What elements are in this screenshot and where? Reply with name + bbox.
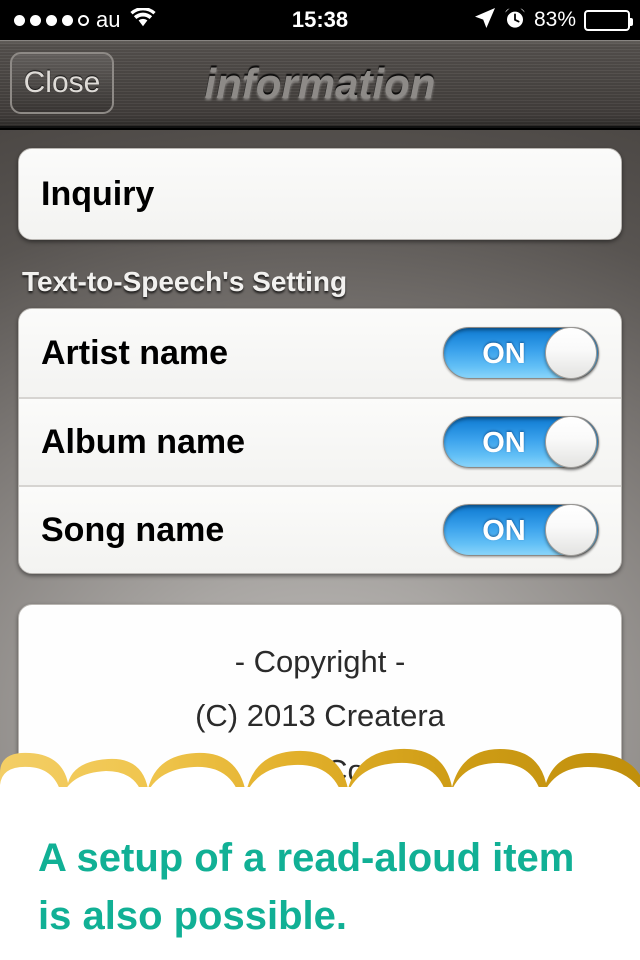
song-name-label: Song name (41, 510, 225, 549)
battery-icon (584, 9, 633, 31)
inquiry-group: Inquiry (18, 148, 622, 240)
song-name-toggle-value: ON (482, 514, 526, 547)
status-bar: au 15:38 83% (0, 0, 640, 40)
tts-settings-group: Artist name ON Album name ON Song name O… (18, 308, 622, 574)
alarm-clock-icon (504, 7, 526, 34)
table-row-artist-name[interactable]: Artist name ON (19, 309, 621, 397)
album-name-label: Album name (41, 422, 246, 461)
overlay-caption: A setup of a read-aloud item is also pos… (38, 829, 614, 945)
app-screen: au 15:38 83% Close information Inquiry T… (0, 0, 640, 960)
battery-percent-label: 83% (533, 8, 576, 31)
overlay-caption-line-2: is also possible. (38, 894, 348, 938)
toggle-knob (545, 504, 597, 556)
song-name-toggle[interactable]: ON (443, 504, 599, 556)
artist-name-toggle-value: ON (482, 337, 526, 370)
toggle-knob (545, 327, 597, 379)
tts-section-header: Text-to-Speech's Setting (22, 266, 348, 297)
artist-name-label: Artist name (41, 333, 229, 372)
album-name-toggle-value: ON (482, 426, 526, 459)
tutorial-overlay: A setup of a read-aloud item is also pos… (0, 745, 640, 960)
inquiry-row[interactable]: Inquiry (19, 149, 621, 239)
toggle-knob (545, 416, 597, 468)
overlay-caption-line-1: A setup of a read-aloud item (38, 836, 575, 880)
copyright-title: - Copyright - (234, 644, 406, 679)
copyright-line-1: (C) 2013 Createra (195, 698, 445, 734)
table-row-album-name[interactable]: Album name ON (19, 397, 621, 485)
album-name-toggle[interactable]: ON (443, 416, 599, 468)
status-bar-right: 83% (474, 7, 633, 34)
inquiry-label: Inquiry (41, 174, 155, 213)
artist-name-toggle[interactable]: ON (443, 327, 599, 379)
navigation-bar: Close information (0, 40, 640, 128)
table-row-song-name[interactable]: Song name ON (19, 485, 621, 573)
location-arrow-icon (474, 7, 496, 34)
close-button[interactable]: Close (10, 52, 114, 114)
